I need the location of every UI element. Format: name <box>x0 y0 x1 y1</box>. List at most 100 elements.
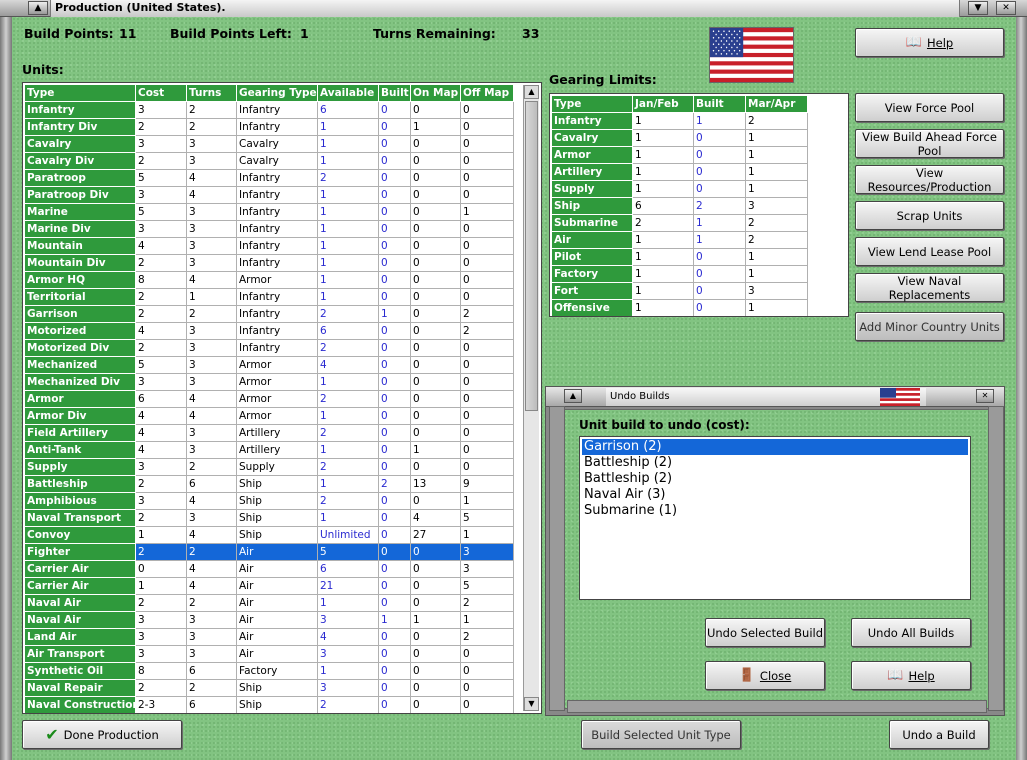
unit-row[interactable]: Synthetic Oil 8 6 Factory 1 0 0 0 <box>24 662 514 680</box>
unit-value-cell: 1 <box>460 203 514 221</box>
unit-row[interactable]: Carrier Air 1 4 Air 21 0 0 5 <box>24 577 514 595</box>
undo-panel-right-scrollbar[interactable] <box>988 406 1004 711</box>
units-column-header[interactable]: Type <box>24 84 136 102</box>
unit-row[interactable]: Naval Repair 2 2 Ship 3 0 0 0 <box>24 679 514 697</box>
unit-row[interactable]: Motorized 4 3 Infantry 6 0 0 2 <box>24 322 514 340</box>
undo-list-item[interactable]: Battleship (2) <box>582 471 968 487</box>
undo-panel-bottom-scrollbar[interactable] <box>567 700 987 713</box>
unit-value-cell: 1 <box>317 441 379 459</box>
unit-row[interactable]: Territorial 2 1 Infantry 1 0 0 0 <box>24 288 514 306</box>
unit-row[interactable]: Amphibious 3 4 Ship 2 0 0 1 <box>24 492 514 510</box>
undo-build-list[interactable]: Garrison (2) Battleship (2) Battleship (2)… <box>579 436 971 600</box>
unit-row[interactable]: Paratroop 5 4 Infantry 2 0 0 0 <box>24 169 514 187</box>
undo-panel-left-scrollbar[interactable] <box>549 406 565 711</box>
unit-value-cell: Artillery <box>236 441 318 459</box>
checkmark-icon: ✔ <box>45 725 59 744</box>
unit-value-cell: 3 <box>186 509 237 527</box>
scroll-down-arrow-icon[interactable]: ▼ <box>524 697 539 711</box>
unit-row[interactable]: Convoy 1 4 Ship Unlimited 0 27 1 <box>24 526 514 544</box>
window-system-button[interactable]: ▲ <box>28 1 48 15</box>
unit-value-cell: 4 <box>410 509 461 527</box>
unit-row[interactable]: Battleship 2 6 Ship 1 2 13 9 <box>24 475 514 493</box>
unit-row[interactable]: Naval Transport 2 3 Ship 1 0 4 5 <box>24 509 514 527</box>
view-lend-lease-pool-button[interactable]: View Lend Lease Pool <box>855 237 1004 266</box>
done-production-label: Done Production <box>63 727 159 742</box>
unit-row[interactable]: Mechanized Div 3 3 Armor 1 0 0 0 <box>24 373 514 391</box>
unit-row[interactable]: Land Air 3 3 Air 4 0 0 2 <box>24 628 514 646</box>
unit-value-cell: 3 <box>135 186 187 204</box>
window-minimize-button[interactable]: ▼ <box>968 1 988 15</box>
view-build-ahead-force-pool-button[interactable]: View Build Ahead Force Pool <box>855 129 1004 158</box>
unit-row[interactable]: Naval Air 3 3 Air 3 1 1 1 <box>24 611 514 629</box>
view-naval-replacements-button[interactable]: View Naval Replacements <box>855 273 1004 302</box>
units-column-header[interactable]: Gearing Type <box>236 84 318 102</box>
undo-a-build-button[interactable]: Undo a Build <box>889 720 989 749</box>
view-force-pool-button[interactable]: View Force Pool <box>855 93 1004 122</box>
undo-all-builds-button[interactable]: Undo All Builds <box>851 618 971 647</box>
close-undo-panel-button[interactable]: 🚪 Close <box>705 661 825 690</box>
unit-value-cell: Air <box>236 645 318 663</box>
units-column-header[interactable]: Turns <box>186 84 237 102</box>
united-states-flag-icon <box>709 27 794 83</box>
unit-row[interactable]: Motorized Div 2 3 Infantry 2 0 0 0 <box>24 339 514 357</box>
undo-panel-close-icon[interactable]: ✕ <box>976 389 994 403</box>
unit-row[interactable]: Infantry 3 2 Infantry 6 0 0 0 <box>24 101 514 119</box>
undo-list-item[interactable]: Garrison (2) <box>581 438 969 456</box>
unit-row[interactable]: Marine 5 3 Infantry 1 0 0 1 <box>24 203 514 221</box>
undo-panel-collapse-icon[interactable]: ▲ <box>564 389 582 403</box>
gearing-type-cell: Ship <box>551 197 633 215</box>
view-resources-production-button[interactable]: View Resources/Production <box>855 165 1004 194</box>
unit-value-cell: Infantry <box>236 220 318 238</box>
units-column-header[interactable]: Cost <box>135 84 187 102</box>
help-button[interactable]: 📖 Help <box>855 28 1004 57</box>
unit-value-cell: 2 <box>186 679 237 697</box>
units-column-header[interactable]: Built <box>378 84 411 102</box>
undo-list-item[interactable]: Naval Air (3) <box>582 487 968 503</box>
unit-value-cell: 2 <box>186 305 237 323</box>
build-selected-unit-type-button[interactable]: Build Selected Unit Type <box>581 720 741 749</box>
unit-row[interactable]: Mechanized 5 3 Armor 4 0 0 0 <box>24 356 514 374</box>
undo-help-button[interactable]: 📖 Help <box>851 661 971 690</box>
unit-row[interactable]: Naval Construction 2-3 6 Ship 2 0 0 0 <box>24 696 514 713</box>
units-scrollbar[interactable]: ▲ ▼ <box>523 85 539 711</box>
window-close-button[interactable]: ✕ <box>996 1 1016 15</box>
units-scroll-thumb[interactable] <box>525 101 538 411</box>
unit-row[interactable]: Armor 6 4 Armor 2 0 0 0 <box>24 390 514 408</box>
unit-row[interactable]: Garrison 2 2 Infantry 2 1 0 2 <box>24 305 514 323</box>
unit-row[interactable]: Field Artillery 4 3 Artillery 2 0 0 0 <box>24 424 514 442</box>
unit-row[interactable]: Infantry Div 2 2 Infantry 1 0 1 0 <box>24 118 514 136</box>
unit-row[interactable]: Supply 3 2 Supply 2 0 0 0 <box>24 458 514 476</box>
unit-row[interactable]: Air Transport 3 3 Air 3 0 0 0 <box>24 645 514 663</box>
united-states-small-flag-icon <box>880 388 920 406</box>
unit-value-cell: 1 <box>317 118 379 136</box>
unit-value-cell: 13 <box>410 475 461 493</box>
unit-row[interactable]: Carrier Air 0 4 Air 6 0 0 3 <box>24 560 514 578</box>
unit-value-cell: 0 <box>378 662 411 680</box>
gearing-row: Artillery 1 0 1 <box>551 163 808 181</box>
unit-value-cell: 3 <box>135 645 187 663</box>
units-column-header[interactable]: On Map <box>410 84 461 102</box>
unit-row[interactable]: Cavalry Div 2 3 Cavalry 1 0 0 0 <box>24 152 514 170</box>
unit-value-cell: 0 <box>378 339 411 357</box>
unit-row[interactable]: Cavalry 3 3 Cavalry 1 0 0 0 <box>24 135 514 153</box>
unit-row[interactable]: Fighter 2 2 Air 5 0 0 3 <box>24 543 514 561</box>
unit-row[interactable]: Anti-Tank 4 3 Artillery 1 0 1 0 <box>24 441 514 459</box>
undo-list-item[interactable]: Submarine (1) <box>582 503 968 519</box>
unit-row[interactable]: Armor Div 4 4 Armor 1 0 0 0 <box>24 407 514 425</box>
undo-list-item[interactable]: Battleship (2) <box>582 455 968 471</box>
scrap-units-button[interactable]: Scrap Units <box>855 201 1004 230</box>
unit-row[interactable]: Naval Air 2 2 Air 1 0 0 2 <box>24 594 514 612</box>
units-column-header[interactable]: Available <box>317 84 379 102</box>
unit-row[interactable]: Mountain Div 2 3 Infantry 1 0 0 0 <box>24 254 514 272</box>
turns-remaining-label: Turns Remaining: <box>373 26 496 41</box>
done-production-button[interactable]: ✔ Done Production <box>22 720 182 749</box>
undo-selected-build-button[interactable]: Undo Selected Build <box>705 618 825 647</box>
units-column-header[interactable]: Off Map <box>460 84 514 102</box>
unit-row[interactable]: Marine Div 3 3 Infantry 1 0 0 0 <box>24 220 514 238</box>
unit-row[interactable]: Armor HQ 8 4 Armor 1 0 0 0 <box>24 271 514 289</box>
unit-row[interactable]: Mountain 4 3 Infantry 1 0 0 0 <box>24 237 514 255</box>
unit-row[interactable]: Paratroop Div 3 4 Infantry 1 0 0 0 <box>24 186 514 204</box>
unit-type-cell: Infantry Div <box>24 118 136 136</box>
add-minor-country-units-button[interactable]: Add Minor Country Units <box>855 312 1004 341</box>
scroll-up-arrow-icon[interactable]: ▲ <box>524 85 539 99</box>
